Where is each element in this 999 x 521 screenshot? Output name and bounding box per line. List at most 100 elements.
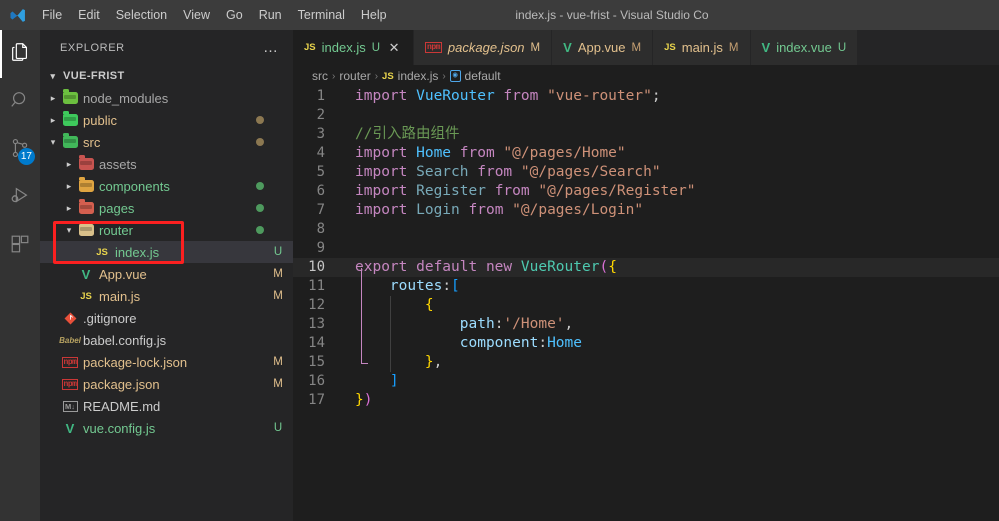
code-token: ( bbox=[599, 259, 609, 275]
tab-index-vue[interactable]: Vindex.vue U bbox=[750, 30, 859, 65]
tree-root-vue-frist[interactable]: ▾ VUE-FRIST bbox=[40, 65, 293, 87]
tree-item-babel-config-js[interactable]: Babel babel.config.js bbox=[40, 329, 293, 351]
menu-view[interactable]: View bbox=[175, 0, 218, 30]
breadcrumb-label: router bbox=[339, 69, 371, 83]
tree-item-main-js[interactable]: JS main.js M bbox=[40, 285, 293, 307]
menu-help[interactable]: Help bbox=[353, 0, 395, 30]
extensions-icon bbox=[9, 233, 31, 260]
vue-config-icon: V bbox=[65, 420, 75, 436]
activity-extensions[interactable] bbox=[0, 222, 40, 270]
code-token: } bbox=[355, 392, 364, 408]
tree-item-label: README.md bbox=[83, 398, 161, 414]
activity-search[interactable] bbox=[0, 78, 40, 126]
menu-run[interactable]: Run bbox=[251, 0, 290, 30]
tab-bar: JS index.js U ✕ npm package.json M V App.vue M JS m… bbox=[293, 30, 999, 65]
tab-app-vue[interactable]: V App.vue M bbox=[552, 30, 654, 65]
tab-git-badge: U bbox=[837, 41, 847, 54]
breadcrumb[interactable]: src › router › JS index.js › ◉ default bbox=[293, 65, 999, 87]
code-line-text: path:'/Home', bbox=[341, 315, 574, 334]
code-line[interactable]: 9 bbox=[293, 239, 999, 258]
tab-main-js[interactable]: JS main.js M bbox=[653, 30, 751, 65]
code-line[interactable]: 16 ] bbox=[293, 372, 999, 391]
code-token: from bbox=[494, 183, 530, 199]
editor-group: JS index.js U ✕ npm package.json M V App.vue M JS m… bbox=[293, 30, 999, 521]
activity-run-and-debug[interactable] bbox=[0, 174, 40, 222]
tree-item-package-json[interactable]: npm package.json M bbox=[40, 373, 293, 395]
git-status-badge: M bbox=[273, 378, 283, 390]
tree-item-node-modules[interactable]: ▸ node_modules bbox=[40, 87, 293, 109]
code-line-text: import VueRouter from "vue-router"; bbox=[341, 87, 661, 106]
code-token: new bbox=[485, 259, 513, 275]
block-scope-guide bbox=[361, 268, 362, 363]
breadcrumb-item-router[interactable]: router bbox=[339, 69, 370, 83]
tree-item-index-js[interactable]: JS index.js U bbox=[40, 241, 293, 263]
menu-selection[interactable]: Selection bbox=[108, 0, 175, 30]
breadcrumb-item-src[interactable]: src bbox=[312, 69, 328, 83]
menu-bar[interactable]: File Edit Selection View Go Run Terminal… bbox=[34, 0, 395, 30]
code-line[interactable]: 17}) bbox=[293, 391, 999, 410]
code-line[interactable]: 1 import VueRouter from "vue-router"; bbox=[293, 87, 999, 106]
code-token: "@/pages/Register" bbox=[538, 183, 696, 199]
code-token: '/Home' bbox=[503, 316, 565, 332]
tree-item-label: index.js bbox=[115, 244, 160, 260]
tree-item--gitignore[interactable]: .gitignore bbox=[40, 307, 293, 329]
line-number: 7 bbox=[316, 202, 325, 218]
code-token: "@/pages/Login" bbox=[512, 202, 644, 218]
code-line[interactable]: 13 path:'/Home', bbox=[293, 315, 999, 334]
breadcrumb-item-index-js[interactable]: JS index.js bbox=[382, 69, 438, 83]
code-token: import bbox=[355, 88, 417, 104]
js-icon: JS bbox=[80, 290, 92, 302]
activity-source-control[interactable]: 17 bbox=[0, 126, 40, 174]
menu-terminal[interactable]: Terminal bbox=[290, 0, 353, 30]
line-number: 5 bbox=[316, 164, 325, 180]
code-line[interactable]: 12 { bbox=[293, 296, 999, 315]
tree-item-src[interactable]: ▾ src bbox=[40, 131, 293, 153]
tab-index-js[interactable]: JS index.js U ✕ bbox=[293, 30, 415, 65]
code-token: import bbox=[355, 202, 417, 218]
close-icon[interactable]: ✕ bbox=[386, 41, 402, 54]
activity-explorer[interactable] bbox=[0, 30, 40, 78]
menu-edit[interactable]: Edit bbox=[70, 0, 108, 30]
code-line[interactable]: 8 bbox=[293, 220, 999, 239]
code-token: ] bbox=[389, 373, 399, 389]
tree-item-label: router bbox=[99, 222, 133, 238]
vscode-logo-icon bbox=[0, 7, 34, 24]
code-line[interactable]: 11 routes:[ bbox=[293, 277, 999, 296]
code-editor[interactable]: 1 import VueRouter from "vue-router"; 2 3 //… bbox=[293, 87, 999, 521]
code-token: Register bbox=[416, 183, 486, 199]
tree-item-components[interactable]: ▸ components bbox=[40, 175, 293, 197]
npm-icon: npm bbox=[425, 42, 442, 53]
line-number: 1 bbox=[316, 88, 325, 104]
tree-item-assets[interactable]: ▸ assets bbox=[40, 153, 293, 175]
tree-item-public[interactable]: ▸ public bbox=[40, 109, 293, 131]
tree-item-vue-config-js[interactable]: Vvue.config.js U bbox=[40, 417, 293, 439]
code-token: { bbox=[608, 259, 617, 275]
files-icon bbox=[9, 41, 31, 68]
tab-package-json[interactable]: npm package.json M bbox=[414, 30, 553, 65]
code-line[interactable]: 3 //引入路由组件 bbox=[293, 125, 999, 144]
tree-item-router[interactable]: ▾ router bbox=[40, 219, 293, 241]
breadcrumb-item-default[interactable]: ◉ default bbox=[449, 69, 501, 83]
vue-icon: V bbox=[563, 40, 572, 55]
code-line[interactable]: 6 import Register from "@/pages/Register" bbox=[293, 182, 999, 201]
menu-file[interactable]: File bbox=[34, 0, 70, 30]
code-line[interactable]: 5 import Search from "@/pages/Search" bbox=[293, 163, 999, 182]
file-tree[interactable]: ▾ VUE-FRIST ▸ node_modules ▸ public ▾ src ▸ ass… bbox=[40, 65, 293, 521]
code-line[interactable]: 4 import Home from "@/pages/Home" bbox=[293, 144, 999, 163]
tree-item-package-lock-json[interactable]: npm package-lock.json M bbox=[40, 351, 293, 373]
tree-item-readme-md[interactable]: M↓ README.md bbox=[40, 395, 293, 417]
more-actions-icon[interactable]: … bbox=[263, 39, 285, 56]
tree-item-pages[interactable]: ▸ pages bbox=[40, 197, 293, 219]
code-line[interactable]: 2 bbox=[293, 106, 999, 125]
code-line[interactable]: 7 import Login from "@/pages/Login" bbox=[293, 201, 999, 220]
code-line[interactable]: 14 component:Home bbox=[293, 334, 999, 353]
code-line[interactable]: 15 }, bbox=[293, 353, 999, 372]
root-label: VUE-FRIST bbox=[63, 70, 125, 82]
code-line[interactable]: 10 export default new VueRouter({ bbox=[293, 258, 999, 277]
breadcrumb-label: index.js bbox=[397, 69, 439, 83]
menu-go[interactable]: Go bbox=[218, 0, 251, 30]
tree-item-app-vue[interactable]: V App.vue M bbox=[40, 263, 293, 285]
